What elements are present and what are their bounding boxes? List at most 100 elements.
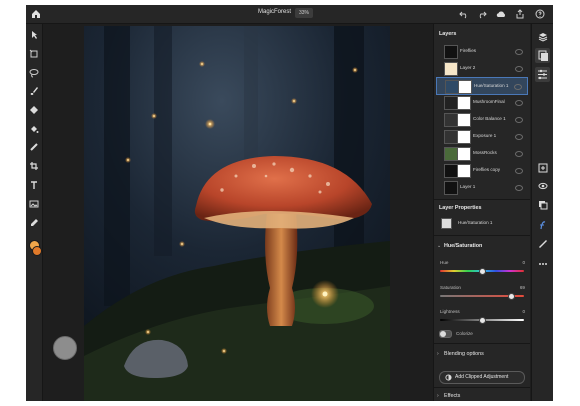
layer-name: Fireflies copy xyxy=(473,167,501,172)
layers-thumbnail-icon[interactable] xyxy=(535,48,550,63)
visibility-eye-icon[interactable] xyxy=(515,100,523,106)
blending-options-title[interactable]: Blending options xyxy=(444,351,484,357)
visibility-eye-icon[interactable] xyxy=(515,49,523,55)
home-icon[interactable] xyxy=(30,8,42,20)
hue-saturation-section-title[interactable]: Hue/Saturation xyxy=(444,243,482,249)
type-tool-icon[interactable] xyxy=(29,180,39,190)
divider xyxy=(434,235,530,236)
divider xyxy=(434,343,530,344)
cloud-icon[interactable] xyxy=(496,9,506,19)
properties-sliders-icon[interactable] xyxy=(535,67,550,82)
app-window: MagicForest 33% Layers Fireflies Layer 2… xyxy=(26,5,553,401)
layer-mask-thumbnail xyxy=(458,80,472,94)
layer-thumbnail xyxy=(444,181,458,195)
undo-icon[interactable] xyxy=(459,9,469,19)
visibility-eye-icon[interactable] xyxy=(514,84,522,90)
hue-label: Hue xyxy=(440,260,449,265)
layer-thumbnail xyxy=(444,45,458,59)
fx-effects-icon[interactable] xyxy=(538,220,548,230)
tools-bar xyxy=(26,24,43,401)
layer-row-hue-saturation[interactable]: Hue/Saturation 1 xyxy=(436,77,528,95)
visibility-eye-icon[interactable] xyxy=(515,168,523,174)
visibility-eye-icon[interactable] xyxy=(515,134,523,140)
lasso-tool-icon[interactable] xyxy=(29,68,39,78)
layer-name: Fireflies xyxy=(460,48,477,53)
layers-panel: Layers Fireflies Layer 2 Hue/Saturation … xyxy=(433,24,530,401)
add-layer-icon[interactable] xyxy=(538,163,548,173)
layer-thumbnail xyxy=(444,147,458,161)
document-canvas[interactable] xyxy=(84,26,390,401)
layer-mask-thumbnail xyxy=(457,147,471,161)
document-title: MagicForest xyxy=(258,9,292,15)
brush-tool-icon[interactable] xyxy=(29,86,39,96)
effects-section-title[interactable]: Effects xyxy=(444,393,460,399)
divider xyxy=(434,387,530,388)
lightness-value: 0 xyxy=(522,309,525,314)
layer-row-mossrocks[interactable]: MossRocks xyxy=(436,145,528,161)
image-tool-icon[interactable] xyxy=(29,199,39,209)
visibility-eye-icon[interactable] xyxy=(515,151,523,157)
toggle-knob xyxy=(440,331,446,337)
more-options-icon[interactable] xyxy=(538,259,548,269)
healing-tool-icon[interactable] xyxy=(29,142,39,152)
fill-tool-icon[interactable] xyxy=(29,124,39,134)
share-icon[interactable] xyxy=(515,9,525,19)
properties-layer-name: Hue/Saturation 1 xyxy=(458,220,493,225)
add-clipped-adjustment-button[interactable]: Add Clipped Adjustment xyxy=(439,371,525,384)
hue-value: 0 xyxy=(522,260,525,265)
top-bar: MagicForest 33% xyxy=(26,5,553,24)
eyedropper-tool-icon[interactable] xyxy=(29,218,39,228)
saturation-value: 69 xyxy=(519,285,525,290)
properties-layer-row: Hue/Saturation 1 xyxy=(436,217,528,229)
visibility-eye-icon[interactable] xyxy=(515,185,523,191)
adjustment-layer-icon xyxy=(444,130,458,144)
layer-row-exposure[interactable]: Exposure 1 xyxy=(436,128,528,144)
layer-name: Layer 1 xyxy=(460,184,476,189)
saturation-slider[interactable] xyxy=(440,293,524,300)
layer-row-layer-2[interactable]: Layer 2 xyxy=(436,60,528,76)
layers-stack-icon[interactable] xyxy=(538,32,548,42)
layer-row-mushroomfinal[interactable]: MushroomFinal xyxy=(436,94,528,110)
touch-shortcut-button[interactable] xyxy=(53,336,77,360)
crop-tool-icon[interactable] xyxy=(29,161,39,171)
layer-mask-thumbnail xyxy=(457,96,471,110)
layer-row-fireflies[interactable]: Fireflies xyxy=(436,43,528,59)
hue-slider[interactable] xyxy=(440,268,524,275)
layer-name: MushroomFinal xyxy=(473,99,505,104)
adjustment-layer-icon xyxy=(441,218,452,229)
move-tool-icon[interactable] xyxy=(29,30,39,40)
mask-icon[interactable] xyxy=(538,200,548,210)
divider xyxy=(434,199,530,200)
layer-name: Layer 2 xyxy=(460,65,476,70)
redo-icon[interactable] xyxy=(477,9,487,19)
chevron-down-icon[interactable]: ⌄ xyxy=(437,243,441,249)
visibility-eye-icon[interactable] xyxy=(515,66,523,72)
clip-brush-icon[interactable] xyxy=(538,239,548,249)
colorize-label: Colorize xyxy=(456,331,473,336)
lightness-slider[interactable] xyxy=(440,317,524,324)
layer-row-fireflies-copy[interactable]: Fireflies copy xyxy=(436,162,528,178)
transform-tool-icon[interactable] xyxy=(29,49,39,59)
chevron-right-icon[interactable]: › xyxy=(437,351,439,357)
visibility-eye-icon[interactable] xyxy=(538,181,548,191)
lightness-slider-thumb[interactable] xyxy=(479,317,486,324)
colorize-toggle[interactable] xyxy=(439,330,452,338)
add-clipped-adjustment-label: Add Clipped Adjustment xyxy=(455,374,509,380)
saturation-slider-thumb[interactable] xyxy=(508,293,516,300)
mushroom-artwork xyxy=(84,26,390,401)
layer-name: MossRocks xyxy=(473,150,497,155)
layer-row-layer-1[interactable]: Layer 1 xyxy=(436,179,528,195)
hue-slider-thumb[interactable] xyxy=(479,268,486,275)
layer-thumbnail xyxy=(444,62,458,76)
saturation-label: Saturation xyxy=(440,285,461,290)
zoom-level-badge[interactable]: 33% xyxy=(295,8,314,18)
eraser-tool-icon[interactable] xyxy=(29,105,39,115)
layer-mask-thumbnail xyxy=(457,164,471,178)
background-color-swatch[interactable] xyxy=(32,246,42,256)
layer-row-color-balance[interactable]: Color Balance 1 xyxy=(436,111,528,127)
layer-thumbnail xyxy=(444,96,458,110)
adjustment-icon xyxy=(445,374,452,381)
visibility-eye-icon[interactable] xyxy=(515,117,523,123)
help-icon[interactable] xyxy=(535,9,545,19)
chevron-right-icon[interactable]: › xyxy=(437,393,439,399)
